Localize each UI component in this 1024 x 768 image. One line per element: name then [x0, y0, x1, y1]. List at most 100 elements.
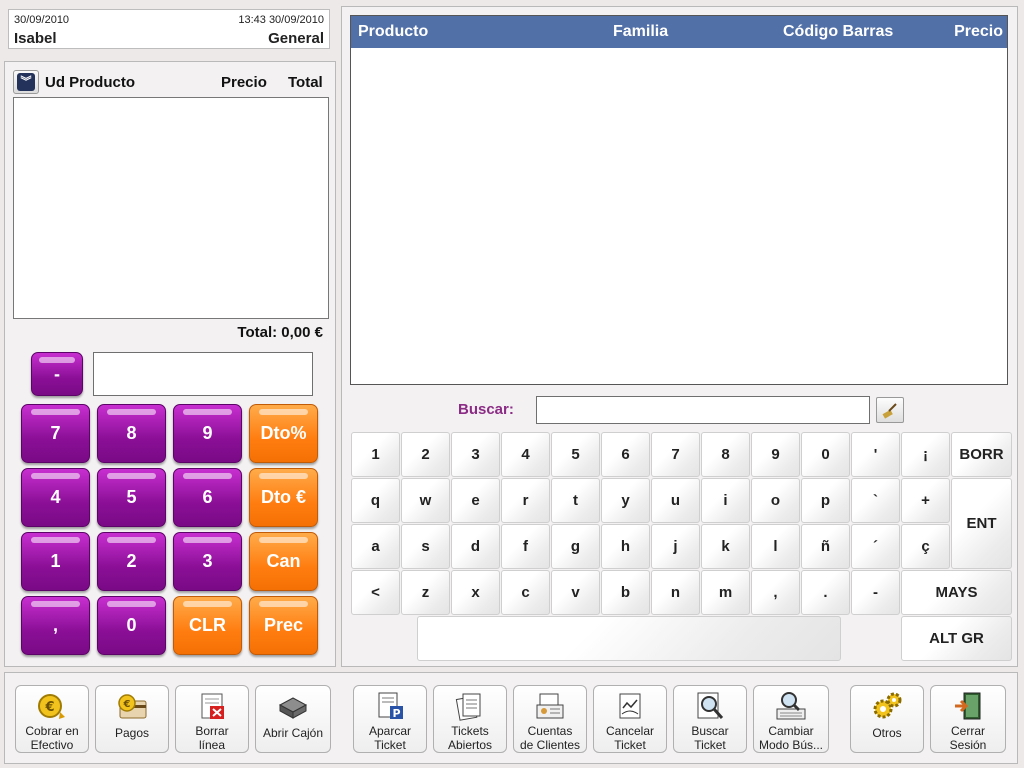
others-button[interactable]: Otros — [850, 685, 924, 753]
key-label: 9 — [771, 446, 780, 463]
keyboard-key[interactable]: ñ — [801, 524, 850, 569]
keypad-key-label: 3 — [202, 551, 213, 571]
keypad-key-dto-percent[interactable]: Dto% — [249, 404, 318, 463]
logout-button[interactable]: Cerrar Sesión — [930, 685, 1006, 753]
shift-key[interactable]: MAYS — [901, 570, 1012, 615]
keyboard-key[interactable]: ` — [851, 478, 900, 523]
keyboard-key[interactable]: n — [651, 570, 700, 615]
keypad-key-price[interactable]: Prec — [249, 596, 318, 655]
open-drawer-button[interactable]: Abrir Cajón — [255, 685, 331, 753]
expand-ticket-button[interactable]: ︾ — [13, 70, 39, 94]
keyboard-key[interactable]: 3 — [451, 432, 500, 477]
key-label: ç — [921, 538, 930, 555]
keyboard-key[interactable]: c — [501, 570, 550, 615]
quantity-display[interactable] — [93, 352, 313, 396]
keypad-key-comma[interactable]: , — [21, 596, 90, 655]
keyboard-key[interactable]: v — [551, 570, 600, 615]
parking-ticket-icon: P — [373, 690, 407, 722]
keyboard-key[interactable]: 1 — [351, 432, 400, 477]
minus-key[interactable]: - — [31, 352, 83, 396]
keypad-key-5[interactable]: 5 — [97, 468, 166, 527]
keypad-key-clr[interactable]: CLR — [173, 596, 242, 655]
space-key[interactable] — [417, 616, 841, 661]
keyboard-key[interactable]: + — [901, 478, 950, 523]
col-product[interactable]: Producto — [358, 23, 428, 41]
keypad-key-cancel[interactable]: Can — [249, 532, 318, 591]
keypad-key-2[interactable]: 2 — [97, 532, 166, 591]
keyboard-key[interactable]: 4 — [501, 432, 550, 477]
cash-payment-button[interactable]: € Cobrar en Efectivo — [15, 685, 89, 753]
keyboard-key[interactable]: r — [501, 478, 550, 523]
delete-line-icon — [195, 690, 229, 722]
park-ticket-button[interactable]: P Aparcar Ticket — [353, 685, 427, 753]
keyboard-key[interactable]: u — [651, 478, 700, 523]
client-accounts-button[interactable]: Cuentas de Clientes — [513, 685, 587, 753]
keyboard-key[interactable]: s — [401, 524, 450, 569]
keyboard-key[interactable]: i — [701, 478, 750, 523]
keyboard-key[interactable]: . — [801, 570, 850, 615]
keypad-key-7[interactable]: 7 — [21, 404, 90, 463]
keyboard-key[interactable]: 5 — [551, 432, 600, 477]
product-table[interactable]: Producto Familia Código Barras Precio — [350, 15, 1008, 385]
keyboard-key[interactable]: o — [751, 478, 800, 523]
enter-key[interactable]: ENT — [951, 478, 1012, 569]
session-header: 30/09/2010 13:43 30/09/2010 Isabel Gener… — [8, 9, 330, 49]
keyboard-key[interactable]: w — [401, 478, 450, 523]
keyboard-key[interactable]: ´ — [851, 524, 900, 569]
keyboard-key[interactable]: m — [701, 570, 750, 615]
keyboard-key[interactable]: < — [351, 570, 400, 615]
keypad-key-8[interactable]: 8 — [97, 404, 166, 463]
keypad-key-dto-euro[interactable]: Dto € — [249, 468, 318, 527]
keypad-key-1[interactable]: 1 — [21, 532, 90, 591]
ticket-lines-list[interactable] — [13, 97, 329, 319]
keyboard-key[interactable]: h — [601, 524, 650, 569]
keyboard-key[interactable]: g — [551, 524, 600, 569]
cancel-ticket-button[interactable]: Cancelar Ticket — [593, 685, 667, 753]
altgr-key[interactable]: ALT GR — [901, 616, 1012, 661]
open-tickets-button[interactable]: Tickets Abiertos — [433, 685, 507, 753]
keyboard-key[interactable]: 7 — [651, 432, 700, 477]
keyboard-key[interactable]: l — [751, 524, 800, 569]
keypad-key-3[interactable]: 3 — [173, 532, 242, 591]
keypad-key-0[interactable]: 0 — [97, 596, 166, 655]
col-barcode[interactable]: Código Barras — [783, 23, 893, 41]
ticket-panel: ︾ Ud Producto Precio Total Total: 0,00 €… — [4, 61, 336, 667]
keyboard-key[interactable]: a — [351, 524, 400, 569]
keyboard-key[interactable]: t — [551, 478, 600, 523]
keyboard-key[interactable]: y — [601, 478, 650, 523]
keyboard-key[interactable]: e — [451, 478, 500, 523]
keyboard-key[interactable]: p — [801, 478, 850, 523]
keyboard-key[interactable]: q — [351, 478, 400, 523]
clear-search-button[interactable] — [876, 397, 904, 423]
keyboard-key[interactable]: - — [851, 570, 900, 615]
search-input[interactable] — [536, 396, 870, 424]
col-family[interactable]: Familia — [613, 23, 668, 41]
keyboard-key[interactable]: , — [751, 570, 800, 615]
keyboard-key[interactable]: d — [451, 524, 500, 569]
keyboard-key[interactable]: 6 — [601, 432, 650, 477]
change-search-mode-button[interactable]: Cambiar Modo Bús... — [753, 685, 829, 753]
keyboard-key[interactable]: x — [451, 570, 500, 615]
keyboard-key[interactable]: 8 — [701, 432, 750, 477]
delete-line-button[interactable]: Borrar línea — [175, 685, 249, 753]
col-price[interactable]: Precio — [954, 23, 1003, 41]
keyboard-key[interactable]: f — [501, 524, 550, 569]
keyboard-key[interactable]: 9 — [751, 432, 800, 477]
key-label: 4 — [521, 446, 530, 463]
keyboard-key[interactable]: ¡ — [901, 432, 950, 477]
keypad-key-4[interactable]: 4 — [21, 468, 90, 527]
payments-button[interactable]: € Pagos — [95, 685, 169, 753]
backspace-key[interactable]: BORR — [951, 432, 1012, 477]
keyboard-key[interactable]: b — [601, 570, 650, 615]
keyboard-key[interactable]: z — [401, 570, 450, 615]
keyboard-key[interactable]: 0 — [801, 432, 850, 477]
keyboard-key[interactable]: ç — [901, 524, 950, 569]
search-ticket-button[interactable]: Buscar Ticket — [673, 685, 747, 753]
keyboard-key[interactable]: k — [701, 524, 750, 569]
keyboard-key[interactable]: ' — [851, 432, 900, 477]
keypad-key-6[interactable]: 6 — [173, 468, 242, 527]
keyboard-key[interactable]: j — [651, 524, 700, 569]
keypad-key-label: 7 — [50, 423, 61, 443]
keypad-key-9[interactable]: 9 — [173, 404, 242, 463]
keyboard-key[interactable]: 2 — [401, 432, 450, 477]
